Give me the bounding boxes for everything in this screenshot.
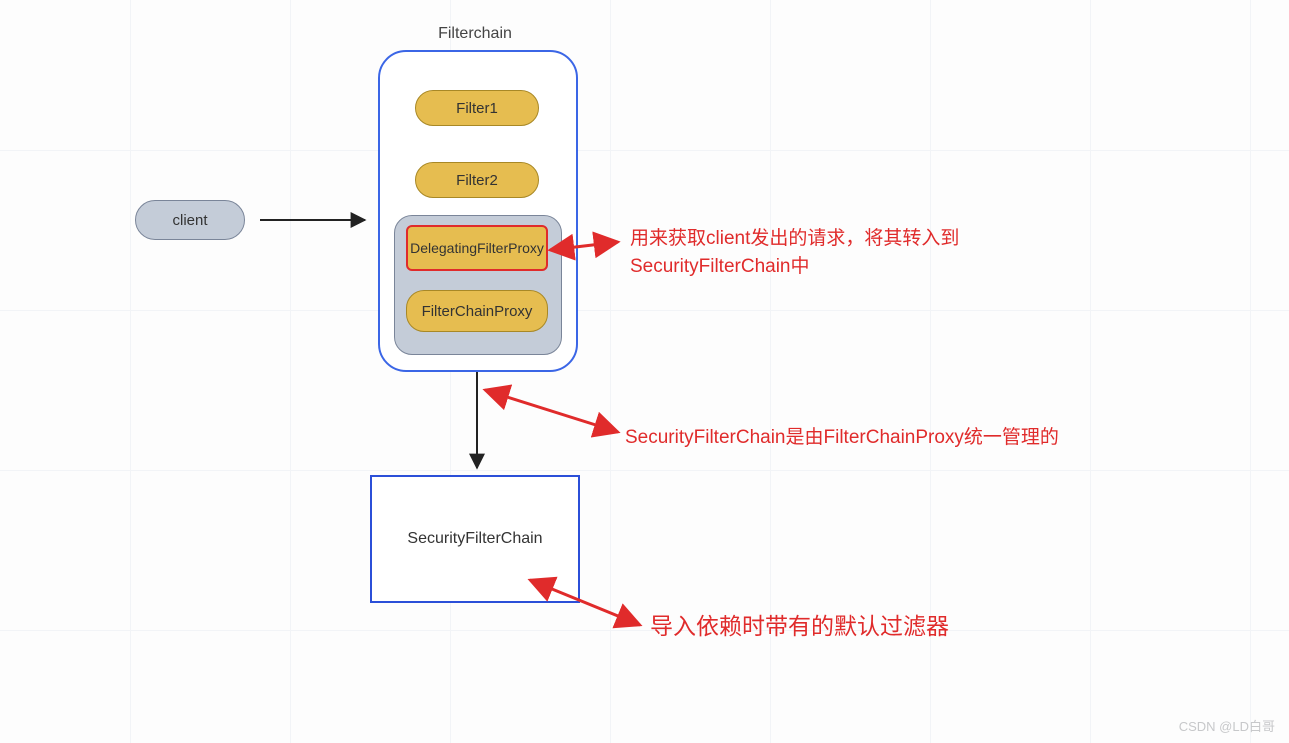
client-label: client bbox=[172, 212, 207, 229]
client-node: client bbox=[135, 200, 245, 240]
sfc-label: SecurityFilterChain bbox=[407, 530, 542, 548]
filter2-label: Filter2 bbox=[456, 172, 498, 189]
watermark: CSDN @LD白哥 bbox=[1179, 716, 1275, 735]
filter1-node: Filter1 bbox=[415, 90, 539, 126]
filter1-label: Filter1 bbox=[456, 100, 498, 117]
filter-chain-proxy-node: FilterChainProxy bbox=[406, 290, 548, 332]
filter2-node: Filter2 bbox=[415, 162, 539, 198]
fcp-label: FilterChainProxy bbox=[422, 303, 533, 320]
delegating-filter-proxy-node: DelegatingFilterProxy bbox=[406, 225, 548, 271]
canvas-grid bbox=[0, 0, 1289, 743]
security-filter-chain-node: SecurityFilterChain bbox=[370, 475, 580, 603]
filterchain-title: Filterchain bbox=[375, 25, 575, 43]
dfp-label: DelegatingFilterProxy bbox=[410, 240, 544, 256]
annotation-fcp: SecurityFilterChain是由FilterChainProxy统一管… bbox=[625, 424, 1125, 452]
annotation-sfc: 导入依赖时带有的默认过滤器 bbox=[650, 610, 1050, 643]
annotation-dfp: 用来获取client发出的请求，将其转入到SecurityFilterChain… bbox=[630, 225, 1000, 280]
